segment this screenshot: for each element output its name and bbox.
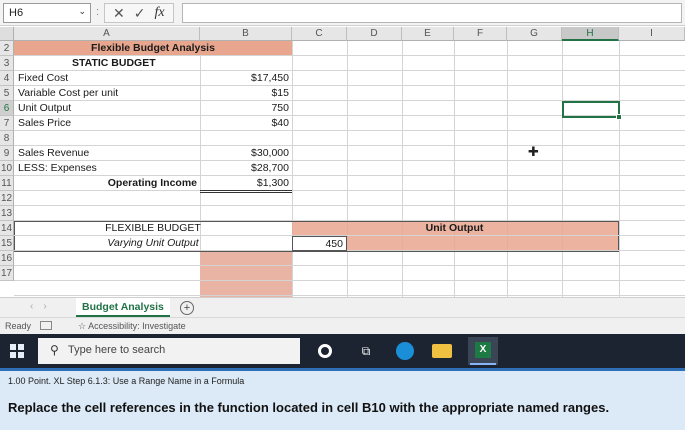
column-header-e[interactable]: E <box>402 27 454 41</box>
worksheet-grid[interactable]: A B C D E F G H I 2 3 4 5 6 7 8 9 10 11 … <box>0 27 685 297</box>
instruction-message: Replace the cell references in the funct… <box>8 400 610 415</box>
grid-row <box>14 251 685 266</box>
column-header-i[interactable]: I <box>619 27 685 41</box>
search-icon: ⚲ <box>50 343 59 357</box>
name-box-value: H6 <box>9 7 24 19</box>
cell-a4[interactable]: Fixed Cost <box>18 71 68 86</box>
chevron-down-icon[interactable]: ⌄ <box>78 6 86 17</box>
instruction-panel: 1.00 Point. XL Step 6.1.3: Use a Range N… <box>0 368 685 430</box>
grid-row <box>14 161 685 176</box>
cell-b9[interactable]: $30,000 <box>200 146 292 161</box>
select-all-corner[interactable] <box>0 27 14 41</box>
file-explorer-icon[interactable] <box>432 344 452 358</box>
excel-logo-icon: X <box>475 342 491 358</box>
column-header-f[interactable]: F <box>454 27 507 41</box>
enter-icon[interactable]: ✓ <box>134 5 146 22</box>
cell-a7[interactable]: Sales Price <box>18 116 71 131</box>
task-view-icon[interactable]: ⧉ <box>358 342 374 360</box>
fill-handle[interactable] <box>616 114 622 120</box>
row-header[interactable]: 17 <box>0 266 14 281</box>
row-header-selected[interactable]: 6 <box>0 101 14 116</box>
row-header[interactable]: 12 <box>0 191 14 206</box>
cell-a6[interactable]: Unit Output <box>18 101 71 116</box>
column-header-c[interactable]: C <box>292 27 347 41</box>
row-header[interactable]: 15 <box>0 236 14 251</box>
row-header[interactable]: 10 <box>0 161 14 176</box>
cell-a3[interactable]: STATIC BUDGET <box>72 56 156 71</box>
grid-row <box>14 71 685 86</box>
row-header[interactable]: 5 <box>0 86 14 101</box>
active-cell-h6[interactable] <box>562 101 622 120</box>
cell-e13[interactable]: Unit Output <box>402 221 507 236</box>
taskbar-search-box[interactable]: ⚲ Type here to search <box>38 338 300 364</box>
accessibility-label: Accessibility: Investigate <box>88 321 186 331</box>
grid-row <box>14 131 685 146</box>
excel-app-icon[interactable]: X <box>468 337 498 365</box>
column-header-a[interactable]: A <box>14 27 200 41</box>
grid-row <box>14 146 685 161</box>
row-header[interactable]: 9 <box>0 146 14 161</box>
cell-b11[interactable]: $1,300 <box>200 176 292 193</box>
cell-a11[interactable]: Operating Income <box>14 176 200 191</box>
row-header[interactable]: 3 <box>0 56 14 71</box>
cell-b7[interactable]: $40 <box>200 116 292 131</box>
cell-a5[interactable]: Variable Cost per unit <box>18 86 118 101</box>
column-header-b[interactable]: B <box>200 27 292 41</box>
column-header-h[interactable]: H <box>562 27 619 41</box>
formula-bar-separator: : <box>96 6 100 18</box>
instruction-step: 1.00 Point. XL Step 6.1.3: Use a Range N… <box>8 376 245 386</box>
formula-buttons: ✕ ✓ fx <box>104 3 174 23</box>
sheet-tab-budget-analysis[interactable]: Budget Analysis <box>76 298 170 317</box>
windows-taskbar: ⚲ Type here to search ⧉ X <box>0 334 685 368</box>
status-ready: Ready <box>5 321 32 331</box>
row-header[interactable]: 11 <box>0 176 14 191</box>
sheet-tabs-bar: ‹› Budget Analysis + <box>0 297 685 317</box>
edge-browser-icon[interactable] <box>396 342 414 360</box>
grid-row <box>14 266 685 281</box>
row-header[interactable]: 7 <box>0 116 14 131</box>
row-header[interactable]: 13 <box>0 206 14 221</box>
cell-b10[interactable]: $28,700 <box>200 161 292 176</box>
row-header[interactable]: 16 <box>0 251 14 266</box>
column-header-g[interactable]: G <box>507 27 562 41</box>
cell-a10[interactable]: LESS: Expenses <box>18 161 97 176</box>
cell-b6[interactable]: 750 <box>200 101 292 116</box>
instruction-divider <box>0 368 685 371</box>
name-box[interactable]: H6 ⌄ <box>3 3 91 23</box>
grid-row <box>14 191 685 206</box>
insert-function-icon[interactable]: fx <box>154 5 164 21</box>
formula-bar: H6 ⌄ : ✕ ✓ fx <box>0 0 685 26</box>
grid-row <box>14 116 685 131</box>
cell-b5[interactable]: $15 <box>200 86 292 101</box>
row-header[interactable]: 4 <box>0 71 14 86</box>
add-sheet-icon[interactable]: + <box>180 301 194 315</box>
row-header[interactable]: 14 <box>0 221 14 236</box>
accessibility-status[interactable]: ☆ Accessibility: Investigate <box>78 321 186 332</box>
windows-start-icon[interactable] <box>10 344 24 358</box>
row-header[interactable]: 8 <box>0 131 14 146</box>
cell-b4[interactable]: $17,450 <box>200 71 292 86</box>
sheet-nav-arrows-icon[interactable]: ‹› <box>30 301 57 312</box>
grid-row <box>14 206 685 221</box>
search-placeholder: Type here to search <box>68 344 166 356</box>
column-header-d[interactable]: D <box>347 27 402 41</box>
grid-row <box>14 281 685 296</box>
macro-record-icon[interactable] <box>40 321 52 330</box>
cell-cursor-icon: ✚ <box>528 144 539 159</box>
cell-a13[interactable]: FLEXIBLE BUDGET <box>14 221 292 236</box>
row-header[interactable]: 2 <box>0 41 14 56</box>
cancel-icon[interactable]: ✕ <box>113 5 125 22</box>
formula-input[interactable] <box>182 3 682 23</box>
cell-a9[interactable]: Sales Revenue <box>18 146 89 161</box>
cell-c14[interactable]: 450 <box>292 236 347 251</box>
cell-a2[interactable]: Flexible Budget Analysis <box>14 41 292 56</box>
cell-a14[interactable]: Varying Unit Output <box>14 236 292 251</box>
status-bar: Ready ☆ Accessibility: Investigate <box>0 317 685 334</box>
cortana-icon[interactable] <box>318 344 332 358</box>
